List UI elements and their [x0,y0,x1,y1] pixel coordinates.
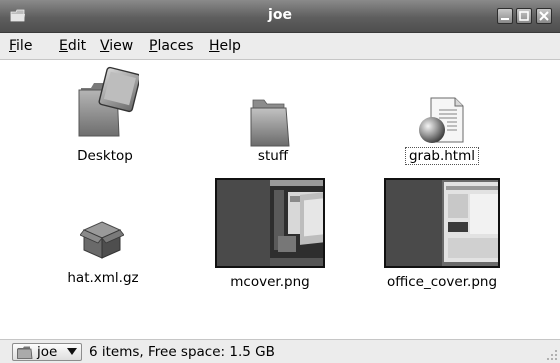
menu-view-mnemonic: V [100,38,110,54]
close-icon [539,11,549,21]
desktop-folder-icon [78,66,139,137]
location-button[interactable]: joe [12,343,82,361]
icon-view[interactable]: Desktop stuff grab.html hat.xml.gz mcove… [0,60,560,339]
file-name: stuff [257,148,289,164]
file-name: Desktop [77,148,133,164]
image-thumbnail [384,178,500,268]
menu-help[interactable]: Help [209,38,241,54]
file-name: office_cover.png [386,274,498,290]
file-item-hat-xml-gz[interactable]: hat.xml.gz [58,216,148,296]
file-name: grab.html [404,147,479,165]
resize-grip-icon[interactable] [546,349,558,361]
menu-file-label: ile [16,38,33,54]
file-name: mcover.png [230,274,310,290]
maximize-button[interactable] [516,8,532,24]
menu-places-label: laces [157,38,194,54]
menu-places[interactable]: Places [149,38,194,54]
title-bar[interactable]: joe [0,0,560,33]
html-document-icon [419,97,464,143]
menu-view[interactable]: View [100,38,133,54]
menu-view-label: iew [109,38,134,54]
menu-file[interactable]: File [9,38,32,54]
menu-help-mnemonic: H [209,38,220,54]
file-item-stuff[interactable]: stuff [228,66,318,170]
menu-edit[interactable]: Edit [59,38,86,54]
status-text: 6 items, Free space: 1.5 GB [89,344,275,360]
file-browser-window: joe File Edit View Places Help Desktop s… [0,0,560,363]
window-title: joe [268,7,292,23]
file-name-container: grab.html [397,147,487,165]
package-icon [80,221,124,259]
status-bar: joe 6 items, Free space: 1.5 GB [0,339,560,363]
close-button[interactable] [536,8,552,24]
file-item-grab-html[interactable]: grab.html [397,66,487,170]
home-folder-icon [17,346,33,359]
menu-edit-mnemonic: E [59,38,68,54]
maximize-icon [519,11,529,21]
menu-edit-label: dit [67,38,87,54]
minimize-button[interactable] [497,8,513,24]
image-thumbnail [215,178,325,268]
location-label: joe [37,344,58,360]
menu-bar: File Edit View Places Help [0,33,560,60]
file-item-mcover-png[interactable]: mcover.png [213,178,327,298]
file-item-office-cover-png[interactable]: office_cover.png [377,178,507,298]
chevron-down-icon [67,348,77,355]
menu-help-label: elp [219,38,241,54]
minimize-icon [501,18,509,20]
file-name: hat.xml.gz [67,270,139,286]
file-item-desktop[interactable]: Desktop [60,66,150,170]
folder-icon [250,99,290,147]
menu-file-mnemonic: F [9,38,17,54]
